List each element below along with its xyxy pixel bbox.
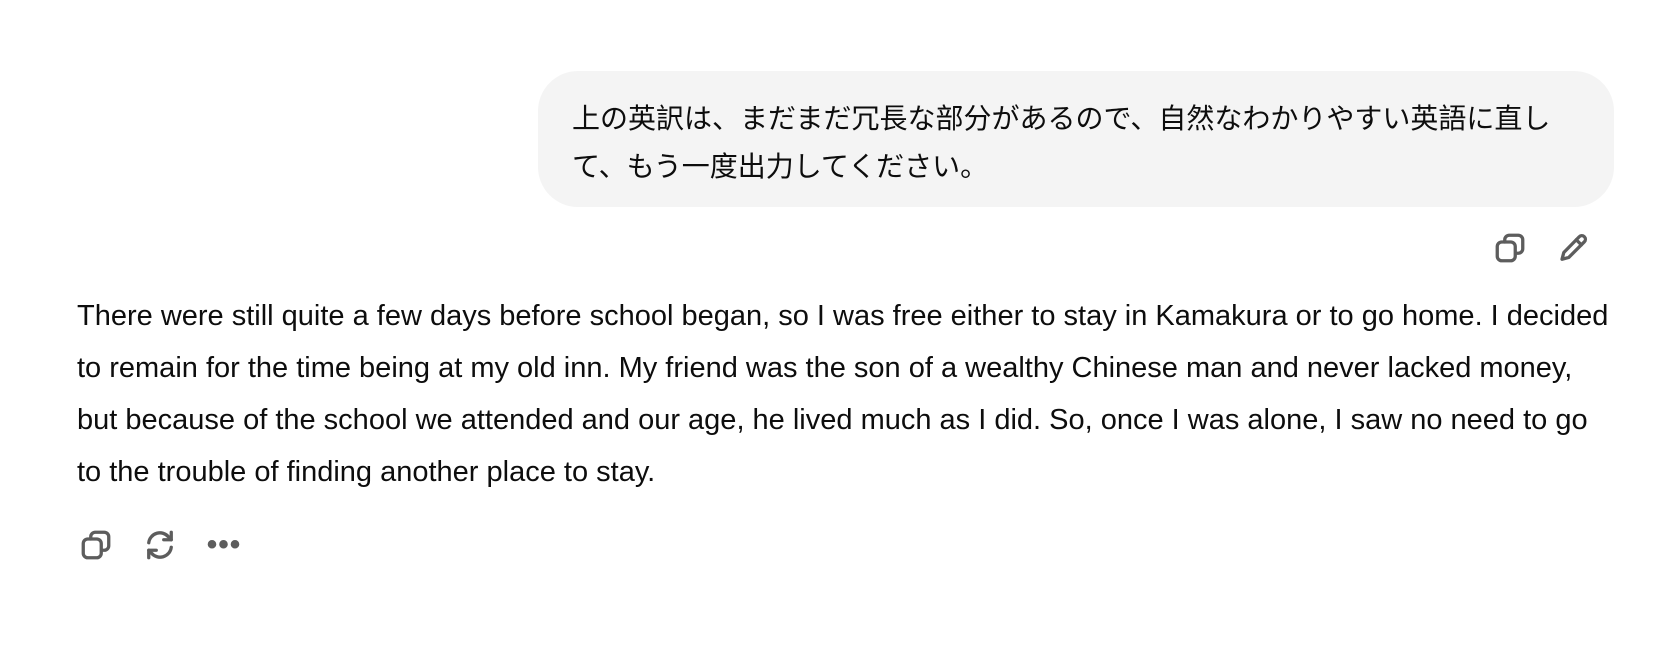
copy-button[interactable] (1492, 228, 1528, 268)
refresh-icon (147, 530, 173, 560)
copy-button[interactable] (78, 525, 114, 565)
ellipsis-icon: ••• (206, 528, 242, 561)
pencil-icon (1560, 234, 1588, 261)
user-message-actions (1492, 228, 1592, 268)
edit-button[interactable] (1556, 228, 1592, 268)
assistant-message-actions: ••• (78, 525, 242, 565)
assistant-message-text: There were still quite a few days before… (77, 300, 1609, 488)
more-options-button[interactable]: ••• (206, 525, 242, 565)
regenerate-button[interactable] (142, 525, 178, 565)
user-message-bubble: 上の英訳は、まだまだ冗長な部分があるので、自然なわかりやすい英語に直して、もう一… (538, 71, 1614, 207)
user-message-text: 上の英訳は、まだまだ冗長な部分があるので、自然なわかりやすい英語に直して、もう一… (572, 102, 1551, 183)
copy-icon (1495, 233, 1525, 263)
copy-icon (81, 530, 111, 560)
chat-page: 上の英訳は、まだまだ冗長な部分があるので、自然なわかりやすい英語に直して、もう一… (0, 0, 1656, 668)
